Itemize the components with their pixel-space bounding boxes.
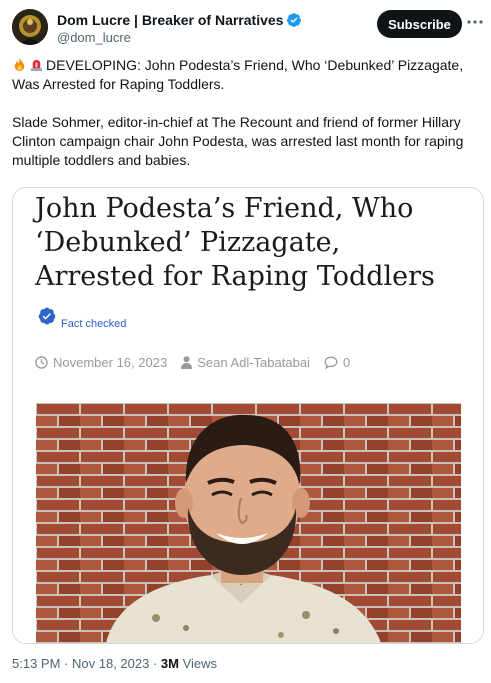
- article-card[interactable]: John Podesta’s Friend, Who ‘Debunked’ Pi…: [12, 187, 484, 644]
- views-count: 3M: [160, 656, 179, 671]
- fact-check-row: Fact checked: [36, 305, 126, 330]
- article-author-text[interactable]: Sean Adl-Tabatabai: [197, 355, 310, 370]
- article-photo[interactable]: [36, 403, 461, 643]
- tweet-line-1: DEVELOPING: John Podesta’s Friend, Who ‘…: [12, 57, 464, 92]
- author-name-row: Dom Lucre | Breaker of Narratives: [57, 12, 302, 28]
- verified-badge-icon: [287, 13, 302, 27]
- tweet-paragraph-1: DEVELOPING: John Podesta’s Friend, Who ‘…: [12, 56, 482, 94]
- tweet-footer: 5:13 PM · Nov 18, 2023 · 3M Views: [12, 656, 218, 671]
- tweet-text: DEVELOPING: John Podesta’s Friend, Who ‘…: [12, 56, 482, 170]
- subscribe-button[interactable]: Subscribe: [377, 10, 462, 38]
- article-meta: November 16, 2023 Sean Adl-Tabatabai 0: [35, 355, 364, 370]
- tweet: Dom Lucre | Breaker of Narratives @dom_l…: [0, 0, 491, 683]
- author-avatar[interactable]: [12, 9, 48, 45]
- fact-check-icon: [38, 307, 56, 325]
- tweet-date[interactable]: Nov 18, 2023: [72, 656, 149, 671]
- clock-icon: [35, 356, 48, 369]
- author-display-name[interactable]: Dom Lucre | Breaker of Narratives: [57, 12, 283, 28]
- article-comments-count: 0: [342, 355, 351, 370]
- author-handle[interactable]: @dom_lucre: [57, 30, 131, 45]
- comment-icon: [324, 356, 338, 369]
- tweet-time[interactable]: 5:13 PM: [12, 656, 60, 671]
- article-author: Sean Adl-Tabatabai: [181, 355, 310, 370]
- rotating-light-emoji: [30, 59, 43, 72]
- user-icon: [181, 356, 193, 369]
- fact-check-label[interactable]: Fact checked: [61, 318, 126, 330]
- article-date: November 16, 2023: [35, 355, 167, 370]
- article-headline[interactable]: John Podesta’s Friend, Who ‘Debunked’ Pi…: [35, 192, 465, 294]
- fire-emoji: [14, 57, 25, 72]
- article-comments[interactable]: 0: [324, 355, 350, 370]
- article-date-text: November 16, 2023: [53, 355, 168, 370]
- more-horizontal-icon[interactable]: [466, 13, 484, 31]
- views-label: Views: [182, 656, 218, 671]
- tweet-line-2: Slade Sohmer, editor-in-chief at The Rec…: [12, 114, 464, 168]
